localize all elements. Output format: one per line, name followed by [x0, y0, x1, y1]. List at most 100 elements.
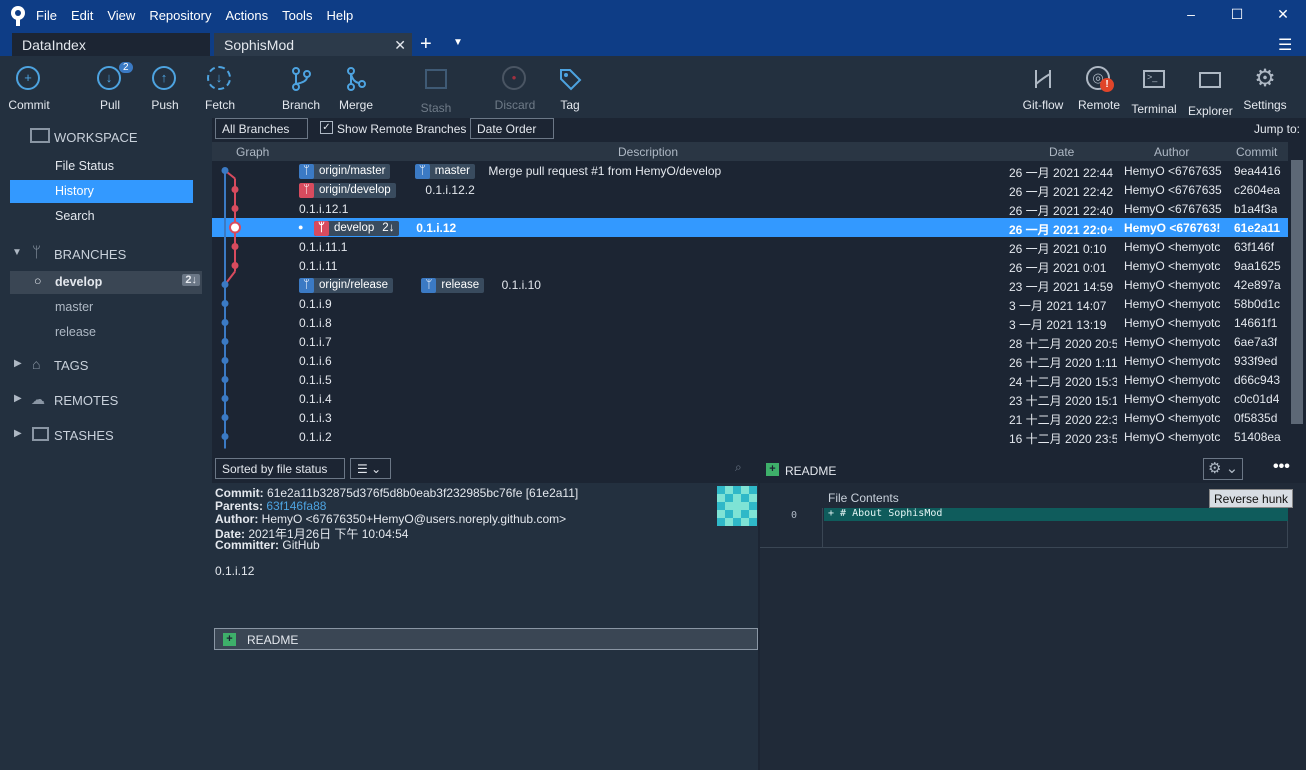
stash-button[interactable]: Stash [416, 66, 456, 115]
chevron-right-icon[interactable]: ▶ [14, 428, 22, 439]
commit-button[interactable]: + Commit [6, 66, 52, 112]
new-tab-button[interactable]: + [420, 33, 432, 55]
menu-repository[interactable]: Repository [149, 8, 211, 23]
vertical-scrollbar[interactable] [1288, 142, 1306, 455]
commit-node[interactable] [231, 243, 239, 250]
chevron-right-icon[interactable]: ▶ [14, 393, 22, 404]
sort-dropdown[interactable]: Sorted by file status ⌄ [215, 458, 345, 490]
commit-node[interactable] [221, 357, 229, 364]
tags-heading[interactable]: TAGS [54, 358, 88, 373]
branch-badge[interactable]: ᛘ origin/master [299, 164, 391, 179]
commit-node[interactable] [231, 205, 239, 212]
commit-node[interactable] [221, 433, 229, 440]
menu-help[interactable]: Help [326, 8, 353, 23]
table-row[interactable]: 0.1.i.11 26 一月 2021 0:01 HemyO <hemyotc 9aa… [212, 256, 1288, 275]
commit-node[interactable] [221, 319, 229, 326]
branch-badge[interactable]: ᛘ release [421, 278, 485, 293]
hamburger-menu-icon[interactable]: ☰ [1278, 35, 1292, 55]
table-row[interactable]: 0.1.i.6 26 十二月 2020 1:11 HemyO <hemyotc 933… [212, 351, 1288, 370]
sidebar-item-file-status[interactable]: File Status [10, 155, 193, 178]
commit-node[interactable] [221, 167, 229, 174]
branch-button[interactable]: Branch [281, 66, 321, 112]
branch-badge[interactable]: ᛘ origin/release [299, 278, 394, 293]
table-row[interactable]: 0.1.i.8 3 一月 2021 13:19 HemyO <hemyotc 1466… [212, 313, 1288, 332]
menu-edit[interactable]: Edit [71, 8, 93, 23]
sidebar-item-release[interactable]: release [10, 321, 193, 344]
branch-badge[interactable]: ᛘ develop 2↓ [314, 221, 400, 236]
table-row[interactable]: 0.1.i.12.1 26 一月 2021 22:40 HemyO <6767635… [212, 199, 1288, 218]
table-row[interactable]: 0.1.i.11.1 26 一月 2021 0:10 HemyO <hemyotc 6… [212, 237, 1288, 256]
scrollbar-thumb[interactable] [1291, 160, 1303, 424]
table-row[interactable]: 0.1.i.3 21 十二月 2020 22:3 HemyO <hemyotc 0f5… [212, 408, 1288, 427]
menu-actions[interactable]: Actions [225, 8, 268, 23]
diff-options-gear-icon[interactable]: ⚙ ⌄ [1203, 458, 1243, 480]
commit-node[interactable] [221, 338, 229, 345]
commit-node[interactable] [221, 395, 229, 402]
table-row[interactable]: 0.1.i.9 3 一月 2021 14:07 HemyO <hemyotc 58b0… [212, 294, 1288, 313]
remote-button[interactable]: ◎! Remote [1077, 66, 1121, 112]
push-button[interactable]: ↑ Push [147, 66, 183, 112]
menu-tools[interactable]: Tools [282, 8, 312, 23]
menu-view[interactable]: View [107, 8, 135, 23]
more-options-icon[interactable]: ••• [1273, 458, 1290, 476]
tab-dataindex[interactable]: DataIndex [12, 33, 210, 56]
commit-node[interactable] [221, 414, 229, 421]
sidebar-item-develop[interactable]: ○ develop 2↓ [10, 271, 202, 294]
reverse-hunk-button[interactable]: Reverse hunk [1209, 489, 1294, 508]
author-column-header[interactable]: Author [1154, 145, 1189, 159]
minimize-button[interactable]: – [1178, 6, 1204, 26]
commit-node[interactable] [221, 300, 229, 307]
merge-button[interactable]: Merge [336, 66, 376, 112]
commit-node[interactable] [229, 221, 241, 234]
explorer-button[interactable]: Explorer [1188, 66, 1233, 118]
workspace-heading[interactable]: WORKSPACE [54, 130, 138, 145]
commit-node[interactable] [231, 262, 239, 269]
terminal-button[interactable]: >_ Terminal [1130, 66, 1178, 116]
tab-sophismod[interactable]: SophisMod ✕ [214, 33, 412, 56]
settings-button[interactable]: ⚙ Settings [1242, 66, 1288, 113]
menu-file[interactable]: File [36, 8, 57, 23]
stashes-heading[interactable]: STASHES [54, 428, 114, 443]
table-row[interactable]: ᛘ origin/develop 0.1.i.12.2 26 一月 2021 22:4… [212, 180, 1288, 199]
graph-column-header[interactable]: Graph [236, 145, 269, 159]
close-tab-icon[interactable]: ✕ [394, 37, 406, 54]
changed-file-row[interactable]: + README [214, 628, 758, 650]
table-row[interactable]: ● ᛘ develop 2↓ 0.1.i.12 26 一月 2021 22:0⁴ HemyO… [212, 218, 1288, 237]
branch-filter-dropdown[interactable]: All Branches ⌄ [215, 118, 308, 150]
table-row[interactable]: 0.1.i.7 28 十二月 2020 20:5 HemyO <hemyotc 6ae… [212, 332, 1288, 351]
view-mode-dropdown[interactable]: ☰ ⌄ [350, 458, 391, 479]
sidebar-item-history[interactable]: History [10, 180, 193, 203]
discard-button[interactable]: • Discard [493, 66, 537, 112]
table-row[interactable]: 0.1.i.4 23 十二月 2020 15:1 HemyO <hemyotc c0c… [212, 389, 1288, 408]
sidebar-item-master[interactable]: master [10, 296, 193, 319]
table-row[interactable]: ᛘ origin/release ᛘ release 0.1.i.10 23 一月 202… [212, 275, 1288, 294]
tab-menu-chevron-icon[interactable]: ▼ [453, 37, 463, 48]
maximize-button[interactable]: ☐ [1224, 6, 1250, 26]
branch-badge[interactable]: ᛘ origin/develop [299, 183, 396, 198]
order-dropdown[interactable]: Date Order ⌄ [470, 118, 554, 150]
close-window-button[interactable]: ✕ [1270, 6, 1296, 26]
table-row[interactable]: 0.1.i.2 16 十二月 2020 23:5 HemyO <hemyotc 514… [212, 427, 1288, 446]
tag-button[interactable]: Tag [556, 66, 584, 112]
branches-heading[interactable]: BRANCHES [54, 247, 126, 262]
pull-button[interactable]: ↓ 2 Pull [92, 62, 133, 112]
sidebar-item-search[interactable]: Search [10, 205, 193, 228]
table-row[interactable]: ᛘ origin/master ᛘ master Merge pull request … [212, 161, 1288, 180]
jump-to-label: Jump to: [1254, 122, 1301, 136]
chevron-right-icon[interactable]: ▶ [14, 358, 22, 369]
fetch-button[interactable]: ↓ Fetch [202, 66, 238, 112]
parent-link[interactable]: 63f146fa88 [266, 499, 326, 513]
commit-column-header[interactable]: Commit [1236, 145, 1277, 159]
commit-node[interactable] [221, 376, 229, 383]
date-column-header[interactable]: Date [1049, 145, 1074, 159]
commit-node[interactable] [221, 281, 229, 288]
table-row[interactable]: 0.1.i.5 24 十二月 2020 15:3 HemyO <hemyotc d66… [212, 370, 1288, 389]
branch-badge[interactable]: ᛘ master [414, 164, 475, 179]
chevron-down-icon[interactable]: ▼ [12, 247, 22, 258]
search-icon[interactable]: ⌕ [735, 460, 742, 475]
show-remote-checkbox[interactable]: ✓ [320, 121, 333, 134]
remotes-heading[interactable]: REMOTES [54, 393, 118, 408]
description-column-header[interactable]: Description [618, 145, 678, 159]
commit-node[interactable] [231, 186, 239, 193]
gitflow-button[interactable]: Git-flow [1020, 66, 1066, 112]
